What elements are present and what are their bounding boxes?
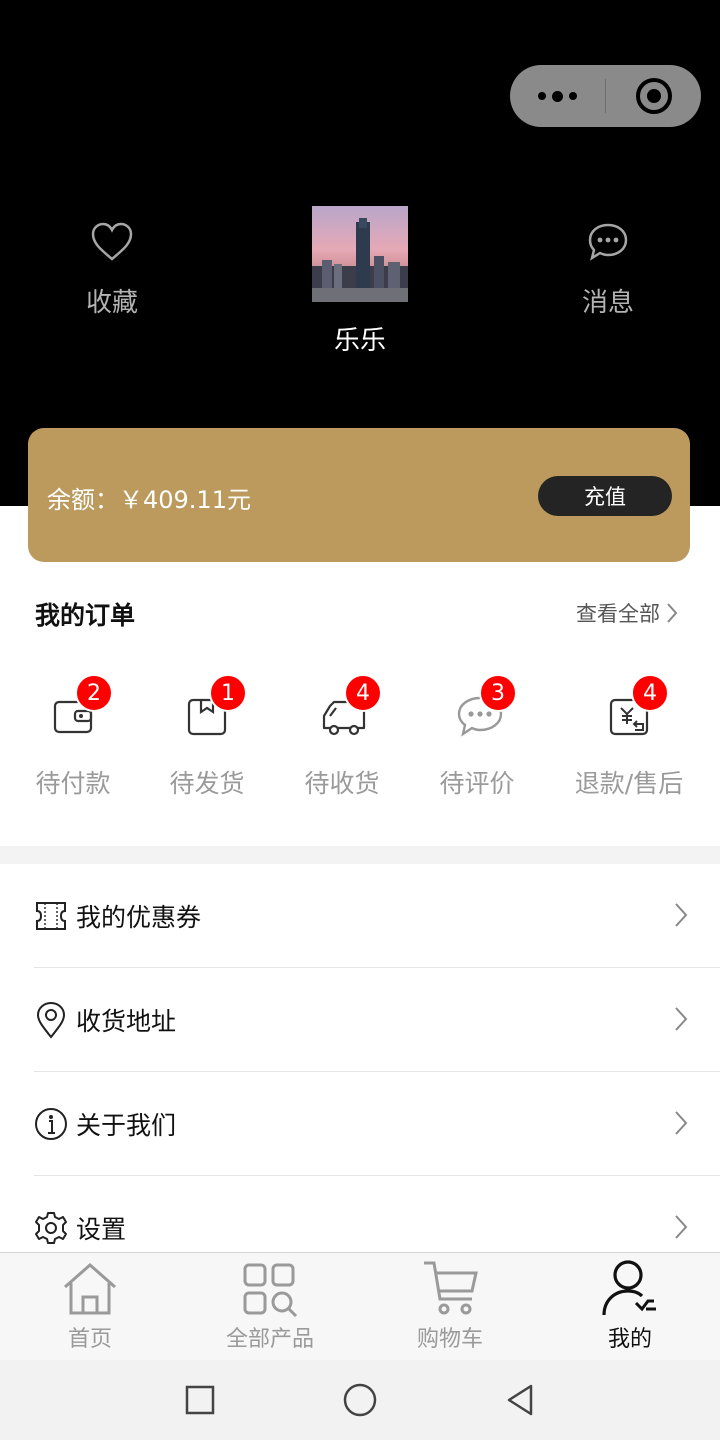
order-count-badge: 1 [209, 674, 247, 712]
order-pending-payment[interactable]: 2 待付款 [8, 674, 138, 800]
order-label: 退款/售后 [574, 769, 684, 798]
gear-icon [35, 1212, 67, 1244]
order-pending-shipment[interactable]: 1 待发货 [142, 674, 272, 800]
menu-label: 设置 [76, 1215, 127, 1244]
chevron-right-icon [675, 903, 688, 927]
avatar[interactable] [312, 206, 408, 302]
order-pending-receipt[interactable]: 4 待收货 [277, 674, 407, 800]
tab-home[interactable]: 首页 [0, 1253, 180, 1361]
tab-all-products[interactable]: 全部产品 [180, 1253, 360, 1361]
balance-amount: 余额：￥409.11元 [47, 486, 251, 514]
back-button[interactable] [500, 1380, 540, 1420]
heart-icon [91, 222, 133, 261]
menu-label: 收货地址 [76, 1006, 177, 1036]
more-menu-button[interactable] [510, 65, 605, 127]
coupon-icon [36, 901, 66, 930]
back-triangle-icon [507, 1384, 533, 1416]
cart-icon [424, 1261, 478, 1315]
bottom-tab-bar: 首页 全部产品 购物车 我的 [0, 1252, 720, 1360]
menu-item-address[interactable]: 收货地址 [34, 968, 720, 1072]
order-count-badge: 4 [631, 674, 669, 712]
tab-label: 全部产品 [225, 1327, 314, 1352]
chevron-right-icon [667, 603, 678, 623]
square-icon [185, 1385, 215, 1415]
grid-search-icon [243, 1263, 298, 1317]
order-count-badge: 3 [479, 674, 517, 712]
chevron-right-icon [675, 1111, 688, 1135]
chevron-right-icon [675, 1007, 688, 1031]
orders-title: 我的订单 [35, 601, 136, 630]
view-all-label: 查看全部 [576, 602, 660, 626]
menu-label: 关于我们 [76, 1110, 177, 1140]
menu-label: 我的优惠券 [76, 902, 202, 932]
menu-item-coupons[interactable]: 我的优惠券 [34, 864, 720, 968]
order-label: 待收货 [304, 769, 380, 798]
tab-label: 首页 [67, 1327, 112, 1352]
system-navigation-bar [0, 1360, 720, 1440]
order-count-badge: 4 [344, 674, 382, 712]
order-refund-aftersale[interactable]: 4 退款/售后 [564, 674, 694, 800]
recent-apps-button[interactable] [180, 1380, 220, 1420]
balance-card: 余额：￥409.11元 充值 [28, 428, 690, 562]
info-icon [35, 1107, 67, 1140]
mini-program-capsule [510, 65, 701, 127]
recharge-button[interactable]: 充值 [538, 476, 672, 516]
section-divider [0, 846, 720, 864]
more-dots-icon [538, 92, 546, 100]
chat-bubble-icon [588, 223, 628, 261]
home-button[interactable] [340, 1380, 380, 1420]
home-icon [64, 1263, 116, 1315]
close-program-button[interactable] [606, 65, 701, 127]
tab-cart[interactable]: 购物车 [360, 1253, 540, 1361]
user-icon [602, 1260, 656, 1316]
tab-mine[interactable]: 我的 [540, 1253, 720, 1361]
order-pending-review[interactable]: 3 待评价 [412, 674, 542, 800]
target-icon [635, 78, 672, 114]
chevron-right-icon [675, 1215, 688, 1239]
messages-label: 消息 [581, 288, 634, 318]
order-label: 待发货 [169, 769, 245, 798]
username: 乐乐 [333, 326, 386, 356]
avatar-city-image [312, 206, 408, 302]
order-count-badge: 2 [75, 674, 113, 712]
favorites-label: 收藏 [85, 288, 138, 318]
menu-item-about[interactable]: 关于我们 [34, 1072, 720, 1176]
favorites-entry[interactable]: 收藏 [60, 222, 164, 319]
location-icon [36, 1001, 66, 1039]
order-label: 待付款 [35, 769, 111, 798]
view-all-orders-link[interactable]: 查看全部 [576, 598, 678, 628]
order-label: 待评价 [439, 769, 515, 798]
messages-entry[interactable]: 消息 [556, 222, 660, 319]
circle-icon [343, 1383, 377, 1417]
tab-label: 购物车 [416, 1327, 483, 1352]
tab-label: 我的 [607, 1327, 652, 1352]
